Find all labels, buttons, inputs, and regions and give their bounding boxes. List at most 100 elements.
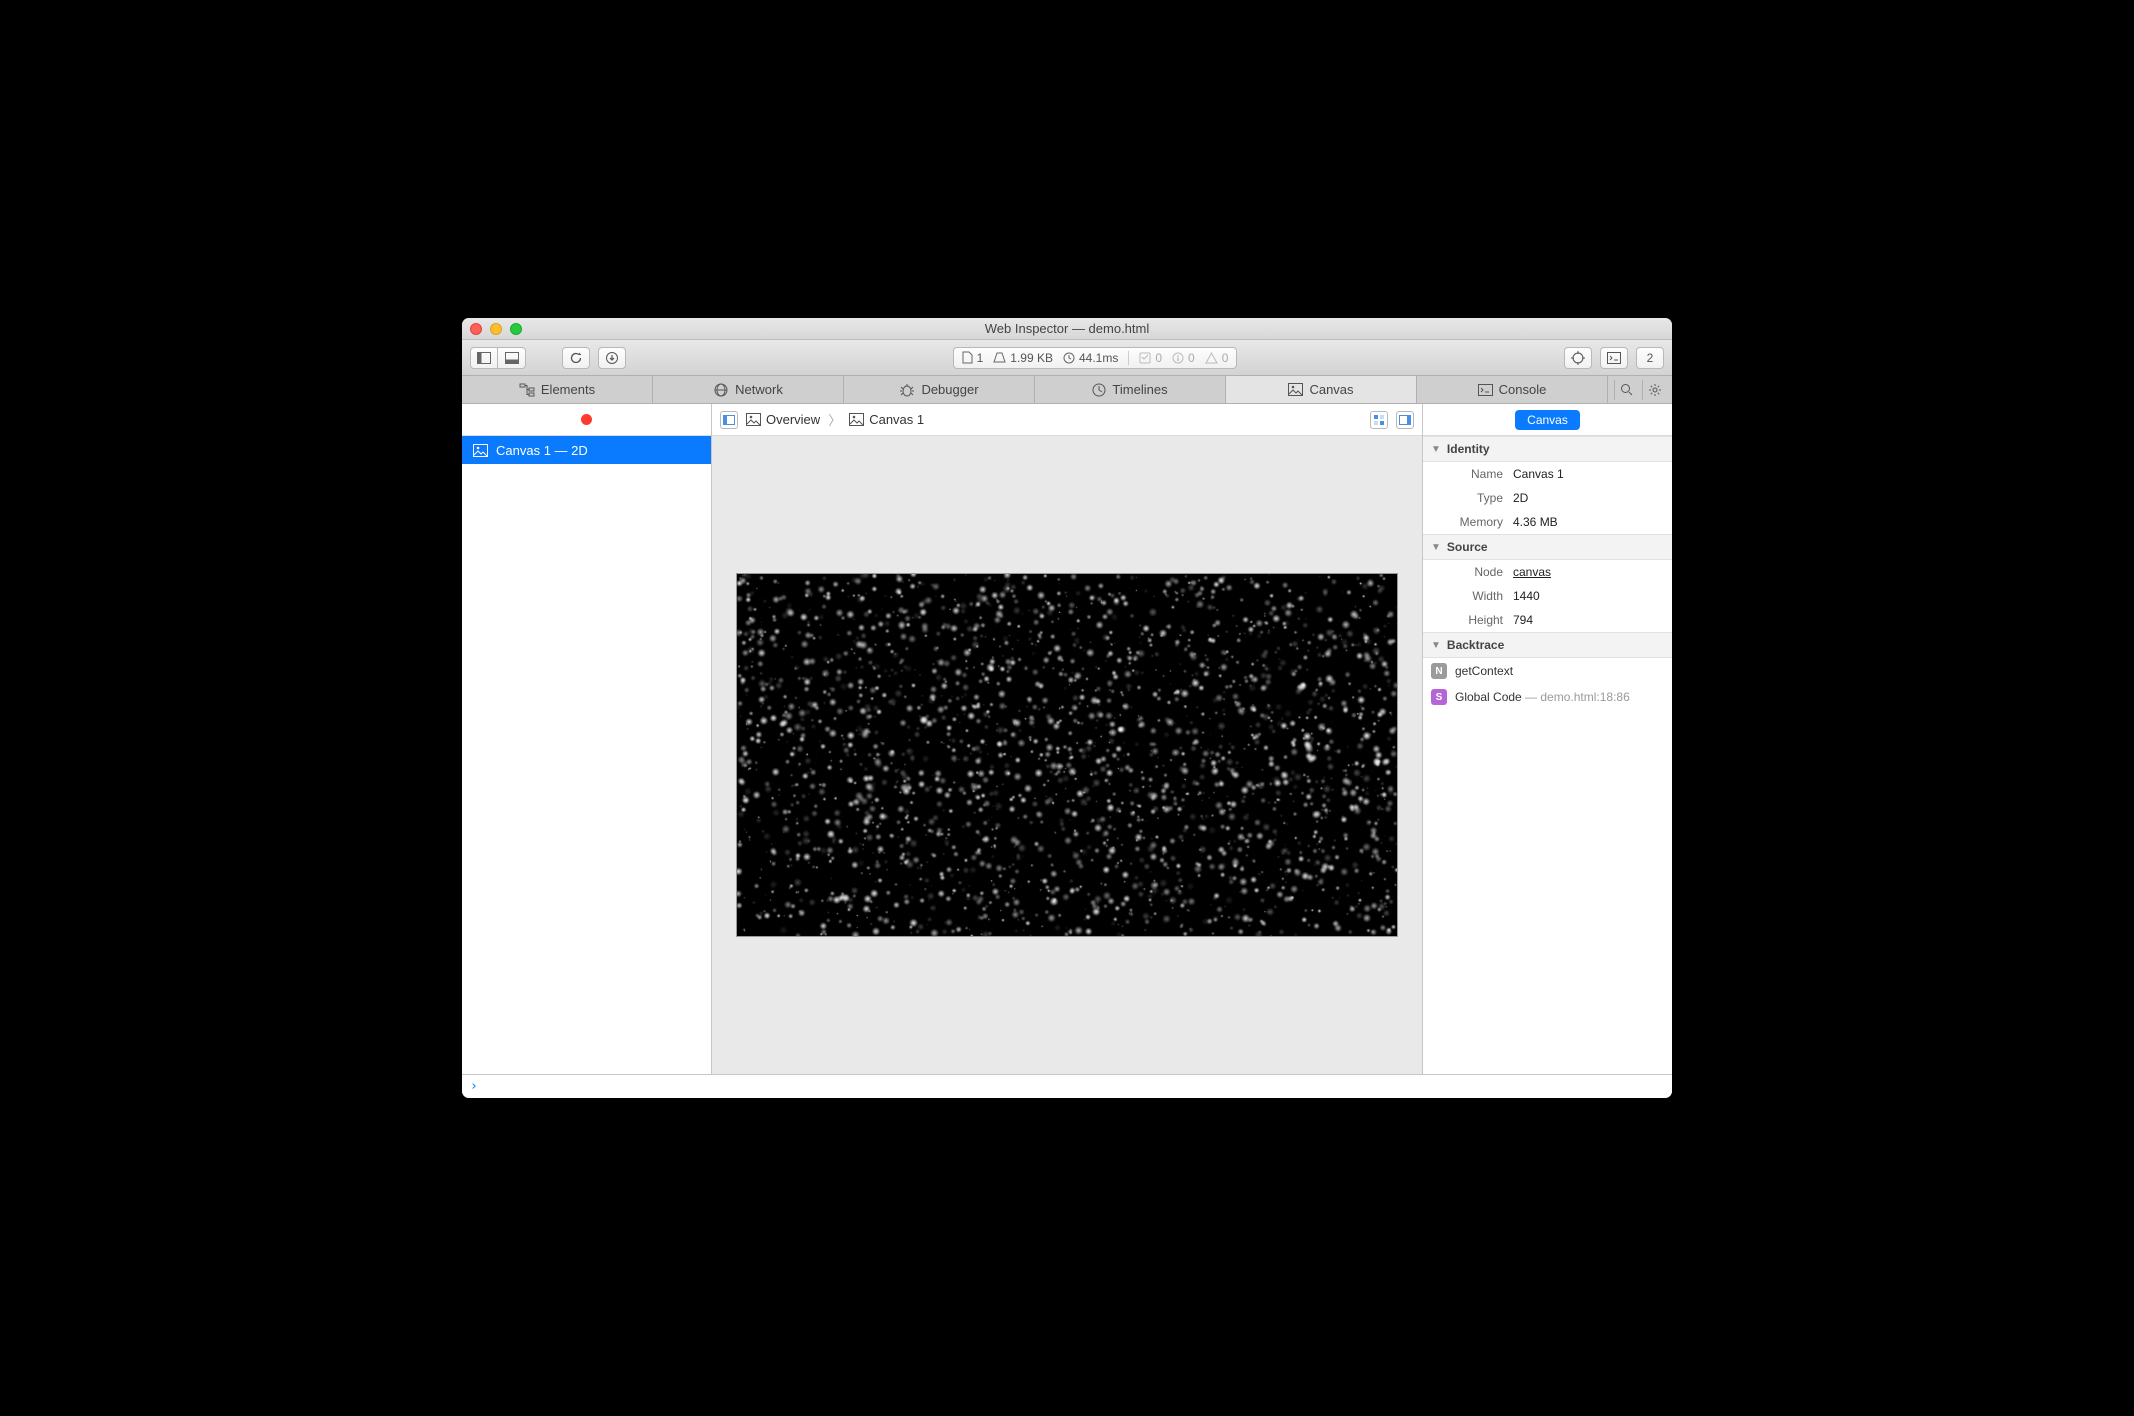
tab-debugger-label: Debugger bbox=[921, 382, 978, 397]
issues-count: 0 bbox=[1188, 351, 1195, 365]
identity-type-value: 2D bbox=[1513, 491, 1528, 505]
section-identity[interactable]: ▼ Identity bbox=[1423, 436, 1672, 462]
warning-icon bbox=[1205, 352, 1218, 364]
warnings-count: 0 bbox=[1222, 351, 1229, 365]
breadcrumb-overview-label: Overview bbox=[766, 412, 820, 427]
tab-timelines-label: Timelines bbox=[1112, 382, 1167, 397]
source-width-value: 1440 bbox=[1513, 589, 1540, 603]
error-count: 2 bbox=[1647, 351, 1654, 365]
dock-bottom-button[interactable] bbox=[498, 347, 526, 369]
weight-icon bbox=[993, 352, 1006, 363]
titlebar: Web Inspector — demo.html bbox=[462, 318, 1672, 340]
close-icon[interactable] bbox=[470, 323, 482, 335]
settings-button[interactable] bbox=[1642, 380, 1666, 400]
download-button[interactable] bbox=[598, 347, 626, 369]
minimize-icon[interactable] bbox=[490, 323, 502, 335]
tab-console[interactable]: Console bbox=[1417, 376, 1608, 403]
inspector-window: Web Inspector — demo.html 1 bbox=[462, 318, 1672, 1098]
script-badge-icon: S bbox=[1431, 689, 1447, 705]
clock-icon bbox=[1063, 352, 1075, 364]
tab-network[interactable]: Network bbox=[653, 376, 844, 403]
identity-memory-label: Memory bbox=[1431, 515, 1513, 529]
grid-icon bbox=[1373, 414, 1385, 426]
tab-debugger[interactable]: Debugger bbox=[844, 376, 1035, 403]
toggle-left-sidebar-button[interactable] bbox=[720, 411, 738, 429]
search-button[interactable] bbox=[1614, 380, 1638, 400]
dock-left-icon bbox=[477, 352, 491, 364]
window-title: Web Inspector — demo.html bbox=[462, 321, 1672, 336]
traffic-lights bbox=[470, 323, 522, 335]
gear-icon bbox=[1648, 383, 1662, 397]
zoom-icon[interactable] bbox=[510, 323, 522, 335]
disclosure-triangle-icon: ▼ bbox=[1431, 640, 1441, 651]
tab-elements-label: Elements bbox=[541, 382, 595, 397]
inspect-element-button[interactable] bbox=[1564, 347, 1592, 369]
error-counter[interactable]: 2 bbox=[1636, 347, 1664, 369]
reload-button[interactable] bbox=[562, 347, 590, 369]
elements-icon bbox=[519, 383, 535, 397]
toggle-right-sidebar-button[interactable] bbox=[1396, 411, 1414, 429]
disclosure-triangle-icon: ▼ bbox=[1431, 444, 1441, 455]
search-icon bbox=[1620, 383, 1633, 396]
load-time: 44.1ms bbox=[1079, 351, 1118, 365]
source-width-label: Width bbox=[1431, 589, 1513, 603]
dashboard-pill: 1 1.99 KB 44.1ms 0 0 0 bbox=[953, 347, 1238, 369]
grid-toggle-button[interactable] bbox=[1370, 411, 1388, 429]
chevron-right-icon: 〉 bbox=[828, 410, 841, 429]
section-source[interactable]: ▼ Source bbox=[1423, 534, 1672, 560]
canvas-preview bbox=[736, 573, 1398, 937]
backtrace-row-1[interactable]: S Global Code — demo.html:18:86 bbox=[1423, 684, 1672, 710]
tab-canvas-label: Canvas bbox=[1309, 382, 1353, 397]
pathbar: Overview 〉 Canvas 1 bbox=[712, 404, 1422, 436]
tab-console-label: Console bbox=[1499, 382, 1547, 397]
identity-memory-value: 4.36 MB bbox=[1513, 515, 1558, 529]
source-height-label: Height bbox=[1431, 613, 1513, 627]
page-size: 1.99 KB bbox=[1010, 351, 1053, 365]
scope-label: Canvas bbox=[1527, 413, 1568, 427]
scope-pill[interactable]: Canvas bbox=[1515, 410, 1580, 430]
backtrace-frame-0: getContext bbox=[1455, 664, 1513, 678]
breadcrumb-current-label: Canvas 1 bbox=[869, 412, 924, 427]
record-indicator-icon[interactable] bbox=[581, 414, 592, 425]
content: Canvas 1 — 2D Overview 〉 Canvas 1 bbox=[462, 404, 1672, 1074]
canvas-tab-icon bbox=[1288, 383, 1303, 396]
prompt-icon bbox=[1607, 352, 1621, 364]
inspector-panel: Canvas ▼ Identity NameCanvas 1 Type2D Me… bbox=[1422, 404, 1672, 1074]
source-node-label: Node bbox=[1431, 565, 1513, 579]
sidebar-item-canvas-1[interactable]: Canvas 1 — 2D bbox=[462, 436, 711, 464]
inspector-header: Canvas bbox=[1423, 404, 1672, 436]
network-icon bbox=[713, 382, 729, 398]
breadcrumb-overview[interactable]: Overview bbox=[746, 412, 820, 427]
log-icon bbox=[1139, 352, 1151, 364]
timelines-icon bbox=[1092, 383, 1106, 397]
dock-left-button[interactable] bbox=[470, 347, 498, 369]
backtrace-frame-1: Global Code — demo.html:18:86 bbox=[1455, 690, 1630, 704]
download-icon bbox=[605, 351, 619, 365]
backtrace-row-0[interactable]: N getContext bbox=[1423, 658, 1672, 684]
identity-name-value: Canvas 1 bbox=[1513, 467, 1564, 481]
console-toggle-button[interactable] bbox=[1600, 347, 1628, 369]
canvas-item-icon bbox=[472, 442, 488, 458]
tab-network-label: Network bbox=[735, 382, 783, 397]
center-panel: Overview 〉 Canvas 1 bbox=[712, 404, 1422, 1074]
section-source-title: Source bbox=[1447, 540, 1488, 554]
resources-count: 1 bbox=[977, 351, 984, 365]
tab-timelines[interactable]: Timelines bbox=[1035, 376, 1226, 403]
tab-elements[interactable]: Elements bbox=[462, 376, 653, 403]
identity-name-label: Name bbox=[1431, 467, 1513, 481]
source-height-value: 794 bbox=[1513, 613, 1533, 627]
console-tab-icon bbox=[1478, 384, 1493, 396]
info-icon bbox=[1172, 352, 1184, 364]
source-node-value[interactable]: canvas bbox=[1513, 565, 1551, 579]
reload-icon bbox=[569, 351, 583, 365]
prompt-icon: › bbox=[470, 1079, 478, 1094]
tab-canvas[interactable]: Canvas bbox=[1226, 376, 1417, 403]
image-icon bbox=[746, 413, 761, 426]
section-backtrace[interactable]: ▼ Backtrace bbox=[1423, 632, 1672, 658]
tabstrip-tools bbox=[1608, 376, 1672, 403]
bug-icon bbox=[899, 383, 915, 397]
disclosure-triangle-icon: ▼ bbox=[1431, 542, 1441, 553]
crosshair-icon bbox=[1571, 351, 1585, 365]
console-prompt[interactable]: › bbox=[462, 1074, 1672, 1098]
breadcrumb-current[interactable]: Canvas 1 bbox=[849, 412, 924, 427]
